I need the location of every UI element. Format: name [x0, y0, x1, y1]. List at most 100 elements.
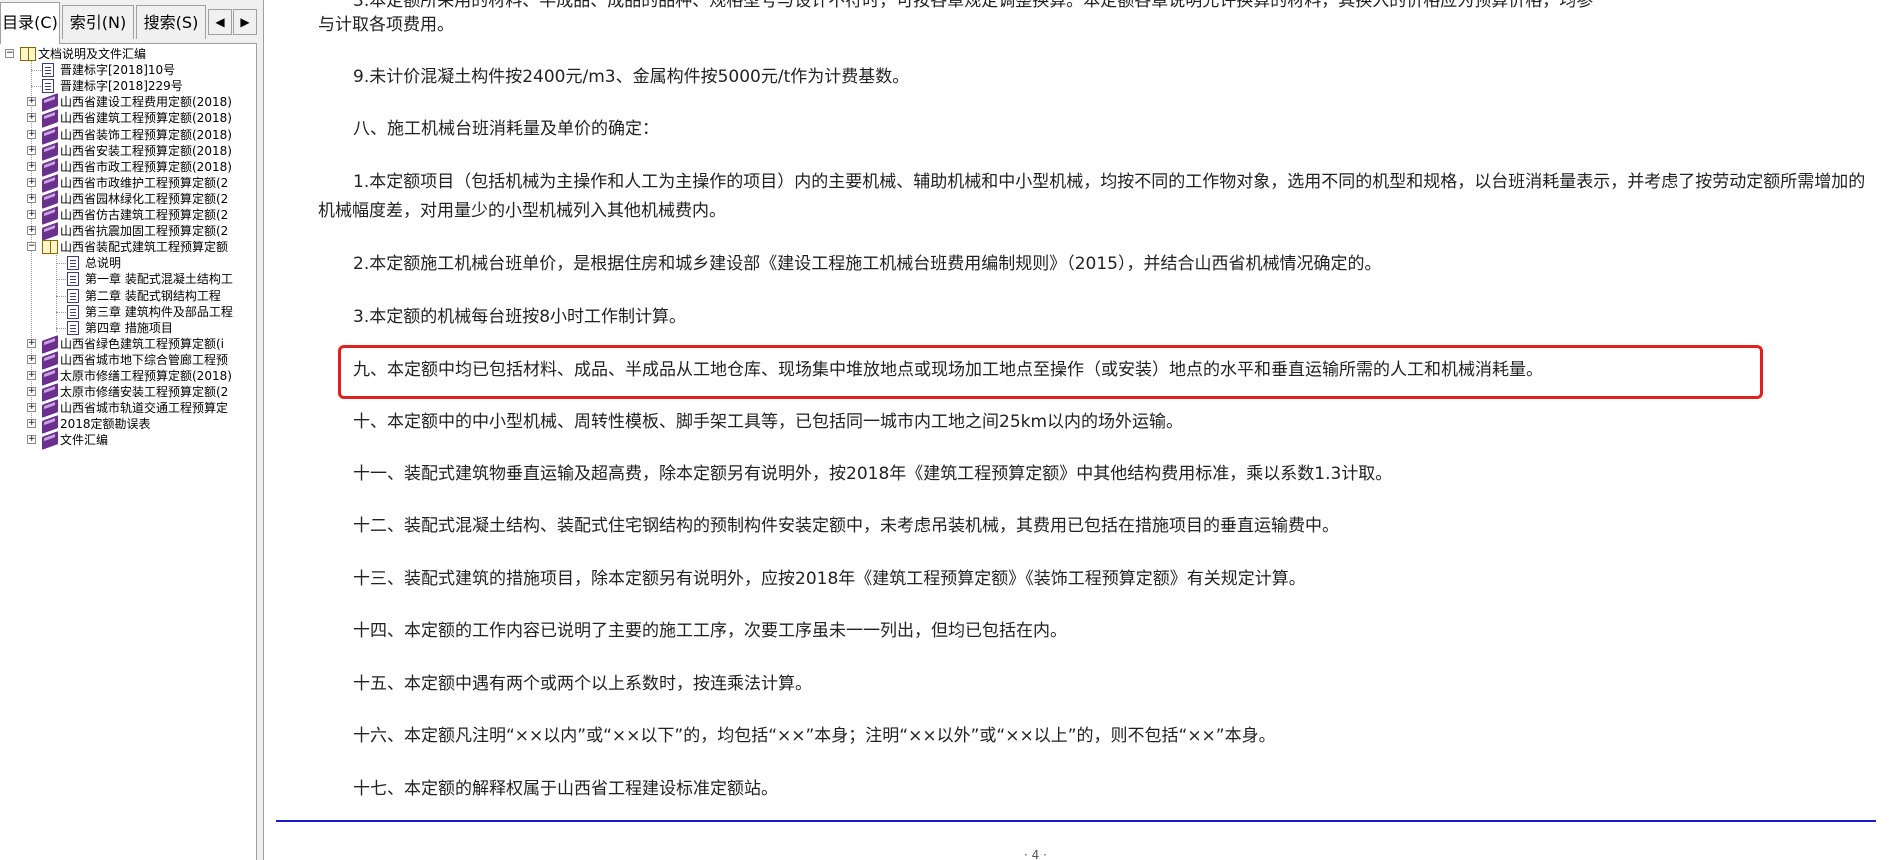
tree-item-label: 山西省园林绿化工程预算定额(2 — [60, 191, 229, 206]
tree-item[interactable]: + 文件汇编 — [0, 431, 250, 451]
book-open-icon — [20, 47, 36, 61]
page-icon — [67, 320, 79, 335]
tree-item-label: 晋建标字[2018]10号 — [60, 63, 176, 78]
contents-tree: − 文档说明及文件汇编 晋建标字[2018]10号 晋建标字[2018]229号 + 山西… — [0, 44, 250, 860]
expand-icon[interactable]: + — [27, 210, 36, 219]
paragraph: 与计取各项费用。 — [318, 15, 454, 35]
expand-icon[interactable]: + — [27, 419, 36, 429]
tree-item[interactable]: + 山西省城市轨道交通工程预算定 — [0, 399, 250, 419]
page-icon — [67, 272, 79, 287]
expand-icon[interactable]: + — [27, 354, 36, 364]
tree-item[interactable]: 总说明 — [0, 255, 250, 271]
tree-item[interactable]: + 太原市修缮工程预算定额(2018) — [0, 367, 250, 386]
tree-item-label: 2018定额勘误表 — [60, 417, 151, 432]
paragraph: 十、本定额中的中小型机械、周转性模板、脚手架工具等，已包括同一城市内工地之间25… — [353, 412, 1184, 432]
tree-item-label: 山西省仿古建筑工程预算定额(2 — [60, 208, 229, 222]
paragraph: 1.本定额项目（包括机械为主操作和人工为主操作的项目）内的主要机械、辅助机械和中… — [318, 172, 1866, 221]
expand-icon[interactable]: + — [27, 97, 36, 107]
expand-icon[interactable]: + — [27, 161, 36, 171]
paragraph: 十六、本定额凡注明“××以内”或“××以下”的，均包括“××”本身；注明“××以… — [353, 726, 1276, 746]
tree-item[interactable]: + 山西省装饰工程预算定额(2018) — [0, 125, 250, 145]
highlight-annotation-box — [338, 345, 1763, 399]
tab-index[interactable]: 索引(N) — [62, 5, 134, 39]
expand-icon[interactable]: + — [27, 145, 36, 155]
expand-icon[interactable]: + — [27, 338, 36, 348]
tree-item-label: 晋建标字[2018]229号 — [60, 79, 183, 94]
tree-item-label: 山西省建筑工程预算定额(2018) — [60, 111, 232, 126]
tree-item[interactable]: + 山西省市政维护工程预算定额(2 — [0, 173, 250, 193]
tree-item[interactable]: − 文档说明及文件汇编 — [0, 46, 250, 62]
paragraph: 9.未计价混凝土构件按2400元/m3、金属构件按5000元/t作为计费基数。 — [353, 67, 910, 87]
expand-icon[interactable]: + — [27, 129, 36, 139]
paragraph: 3.本定额所采用的材料、半成品、成品的品种、规格型号与设计不符时，可按各章规定调… — [353, 0, 1594, 11]
paragraph: 十三、装配式建筑的措施项目，除本定额另有说明外，应按2018年《建筑工程预算定额… — [353, 569, 1306, 589]
book-icon — [42, 222, 58, 242]
collapse-icon[interactable]: − — [27, 242, 36, 252]
page-number: · 4 · — [1024, 848, 1047, 860]
tree-item[interactable]: + 山西省建筑工程预算定额(2018) — [0, 109, 250, 129]
tree-item-label: 第四章 措施项目 — [85, 320, 173, 335]
collapse-icon[interactable]: − — [5, 49, 14, 58]
tree-item-label: 山西省市政维护工程预算定额(2 — [60, 175, 229, 190]
section-divider — [276, 820, 1876, 822]
tree-item-label: 山西省建设工程费用定额(2018) — [60, 95, 232, 110]
tree-item[interactable]: + 山西省安装工程预算定额(2018) — [0, 141, 250, 161]
tree-item[interactable]: 第一章 装配式混凝土结构工 — [0, 271, 250, 287]
tree-item[interactable]: 第三章 建筑构件及部品工程 — [0, 304, 250, 320]
paragraph: 2.本定额施工机械台班单价，是根据住房和城乡建设部《建设工程施工机械台班费用编制… — [353, 254, 1382, 274]
page-icon — [42, 63, 54, 78]
expand-icon[interactable]: + — [27, 387, 36, 397]
tree-item[interactable]: 晋建标字[2018]229号 — [0, 78, 250, 94]
tree-item[interactable]: + 山西省绿色建筑工程预算定额(i — [0, 334, 250, 354]
tree-item[interactable]: 晋建标字[2018]10号 — [0, 62, 250, 78]
tree-item[interactable]: + 山西省抗震加固工程预算定额(2 — [0, 222, 250, 242]
document-view: 3.本定额所采用的材料、半成品、成品的品种、规格型号与设计不符时，可按各章规定调… — [264, 0, 1893, 860]
book-icon — [42, 109, 58, 129]
expand-icon[interactable]: + — [27, 193, 36, 203]
tab-search[interactable]: 搜索(S) — [136, 5, 206, 39]
paragraph: 十一、装配式建筑物垂直运输及超高费，除本定额另有说明外，按2018年《建筑工程预… — [353, 464, 1393, 484]
expand-icon[interactable]: + — [27, 113, 36, 123]
page-icon — [67, 304, 79, 319]
tree-item[interactable]: +2018定额勘误表 — [0, 415, 250, 435]
tree-item[interactable]: − 山西省装配式建筑工程预算定额 — [0, 239, 250, 255]
paragraph: 十四、本定额的工作内容已说明了主要的施工工序，次要工序虽未一一列出，但均已包括在… — [353, 621, 1067, 641]
nav-tab-strip: 目录(C) 索引(N) 搜索(S) ◀ ▶ — [0, 0, 257, 44]
tree-item[interactable]: + 山西省市政工程预算定额(2018) — [0, 157, 250, 177]
expand-icon[interactable]: + — [27, 371, 36, 380]
tree-item-label: 山西省抗震加固工程预算定额(2 — [60, 224, 229, 239]
paragraph: 十七、本定额的解释权属于山西省工程建设标准定额站。 — [353, 779, 778, 799]
scroll-tabs-left-icon[interactable]: ◀ — [208, 9, 232, 35]
navigation-pane: 目录(C) 索引(N) 搜索(S) ◀ ▶ − 文档说明及文件汇编晋建标字[201… — [0, 0, 257, 860]
tree-item-label: 第三章 建筑构件及部品工程 — [85, 304, 233, 319]
expand-icon[interactable]: + — [27, 403, 36, 413]
tree-item-label: 文档说明及文件汇编 — [38, 47, 147, 61]
paragraph: 八、施工机械台班消耗量及单价的确定： — [353, 119, 659, 139]
expand-icon[interactable]: + — [27, 435, 36, 445]
tree-item-label: 山西省安装工程预算定额(2018) — [60, 143, 232, 158]
page-icon — [67, 288, 79, 303]
tree-item-label: 第一章 装配式混凝土结构工 — [85, 272, 233, 287]
paragraph: 十二、装配式混凝土结构、装配式住宅钢结构的预制构件安装定额中，未考虑吊装机械，其… — [353, 516, 1339, 536]
tree-item-label: 太原市修缮工程预算定额(2018) — [60, 369, 232, 383]
tree-item-label: 山西省城市地下综合管廊工程预 — [60, 352, 229, 367]
tree-item[interactable]: + 山西省园林绿化工程预算定额(2 — [0, 189, 250, 209]
paragraph: 3.本定额的机械每台班按8小时工作制计算。 — [353, 307, 687, 327]
paragraph: 十五、本定额中遇有两个或两个以上系数时，按连乘法计算。 — [353, 674, 812, 694]
tree-item[interactable]: + 太原市修缮安装工程预算定额(2 — [0, 383, 250, 403]
tree-item[interactable]: + 山西省城市地下综合管廊工程预 — [0, 350, 250, 370]
tree-item-label: 第二章 装配式钢结构工程 — [85, 288, 221, 303]
tree-item-label: 山西省装饰工程预算定额(2018) — [60, 127, 232, 142]
expand-icon[interactable]: + — [27, 226, 36, 236]
tree-item-label: 山西省绿色建筑工程预算定额(i — [60, 336, 225, 351]
tab-contents[interactable]: 目录(C) — [0, 2, 60, 44]
book-icon — [42, 431, 58, 451]
tree-item[interactable]: + 山西省仿古建筑工程预算定额(2 — [0, 206, 250, 225]
pane-splitter[interactable] — [257, 0, 264, 860]
scroll-tabs-right-icon[interactable]: ▶ — [233, 9, 257, 35]
tree-item-label: 文件汇编 — [60, 433, 109, 448]
tree-item[interactable]: 第二章 装配式钢结构工程 — [0, 288, 250, 304]
tree-item[interactable]: + 山西省建设工程费用定额(2018) — [0, 93, 250, 113]
tree-item[interactable]: 第四章 措施项目 — [0, 320, 250, 336]
expand-icon[interactable]: + — [27, 177, 36, 187]
